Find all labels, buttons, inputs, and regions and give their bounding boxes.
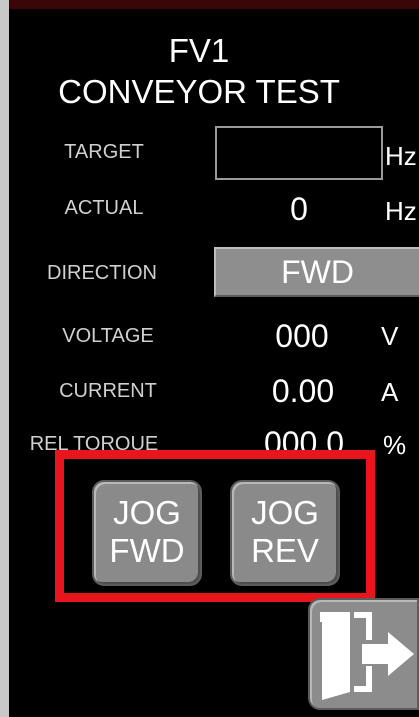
actual-value: 0	[290, 191, 308, 227]
target-unit: Hz	[385, 141, 417, 171]
actual-label: ACTUAL	[64, 197, 144, 219]
current-label: CURRENT	[59, 380, 157, 402]
jog-fwd-line2: FWD	[109, 532, 185, 569]
hmi-panel: FV1 CONVEYOR TEST TARGET Hz ACTUAL 0 Hz …	[9, 0, 419, 717]
target-label: TARGET	[64, 141, 144, 163]
direction-button[interactable]: FWD	[214, 247, 419, 297]
rel-torque-unit: %	[383, 430, 407, 460]
voltage-value: 000	[275, 318, 329, 354]
jog-fwd-button[interactable]: JOG FWD	[92, 480, 202, 586]
jog-rev-line2: REV	[251, 532, 319, 569]
exit-door-icon	[320, 612, 414, 700]
jog-fwd-line1: JOG	[113, 494, 181, 531]
direction-label: DIRECTION	[47, 262, 157, 284]
screen-title-line1: FV1	[168, 32, 230, 69]
current-unit: A	[381, 377, 399, 407]
jog-rev-line1: JOG	[251, 494, 319, 531]
voltage-label: VOLTAGE	[62, 325, 154, 347]
current-value: 0.00	[271, 373, 335, 409]
top-border-strip	[9, 0, 419, 9]
jog-rev-button[interactable]: JOG REV	[230, 480, 340, 586]
exit-button[interactable]	[308, 598, 419, 710]
screen-title-line2: CONVEYOR TEST	[58, 73, 340, 110]
voltage-unit: V	[381, 321, 399, 351]
actual-unit: Hz	[385, 196, 417, 226]
target-input[interactable]	[215, 126, 383, 180]
